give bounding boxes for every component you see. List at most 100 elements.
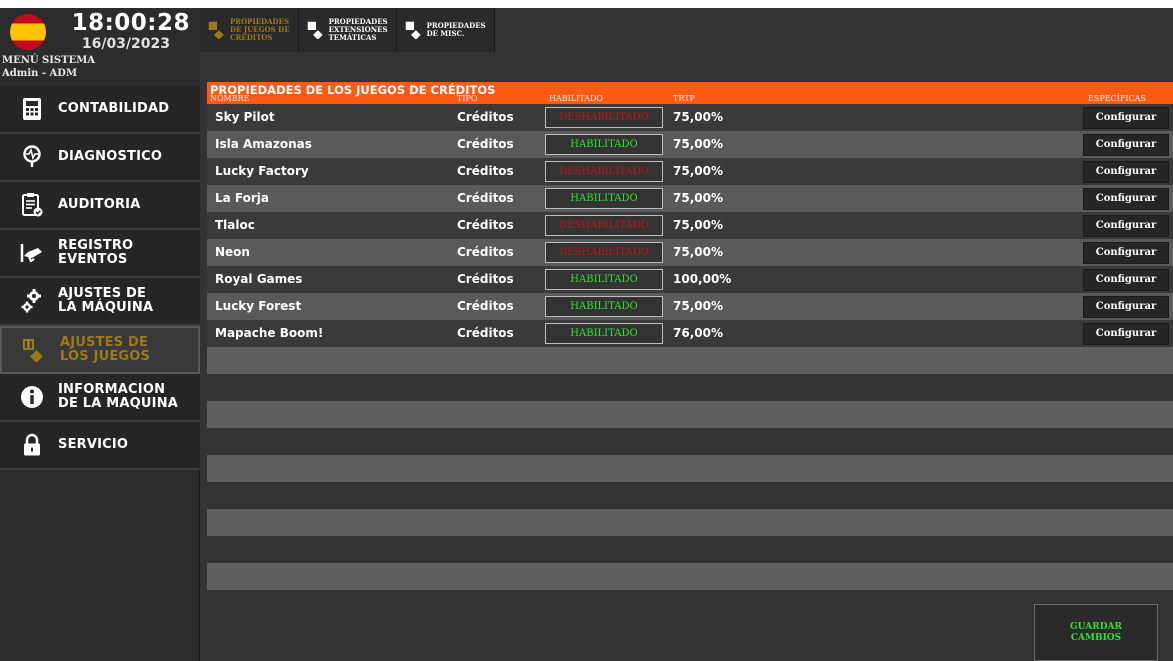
sidebar-item-informacion[interactable]: INFORMACION DE LA MAQUINA [0,374,200,422]
system-menu-title: MENÚ SISTEMA [2,55,96,66]
sidebar-item-label: REGISTRO EVENTOS [58,238,134,267]
game-name: Neon [215,245,250,259]
game-type: Créditos [457,245,514,259]
game-name: Mapache Boom! [215,326,324,340]
game-rtp: 75,00% [673,137,723,151]
enabled-toggle[interactable]: HABILITADO [545,296,663,317]
games-icon [307,21,323,39]
game-name: Royal Games [215,272,303,286]
empty-row [207,455,1173,482]
game-type: Créditos [457,164,514,178]
game-rtp: 75,00% [673,164,723,178]
save-changes-button[interactable]: GUARDAR CAMBIOS [1034,604,1158,661]
panel-header: PROPIEDADES DE LOS JUEGOS DE CRÉDITOS NO… [207,82,1173,104]
tab-creditos[interactable]: PROPIEDADES DE JUEGOS DE CRÉDITOS [200,8,299,52]
empty-row [207,428,1173,455]
configure-button[interactable]: Configurar [1083,188,1169,210]
column-header-type: TIPO [457,94,478,103]
game-name: Lucky Forest [215,299,302,313]
configure-button[interactable]: Configurar [1083,242,1169,264]
game-type: Créditos [457,110,514,124]
sidebar-item-ajustes-juegos[interactable]: AJUSTES DE LOS JUEGOS [0,326,200,374]
configure-button[interactable]: Configurar [1083,215,1169,237]
table-row: Lucky Factory Créditos DESHABILITADO 75,00%… [207,158,1173,185]
game-type: Créditos [457,299,514,313]
calculator-icon [14,91,50,127]
enabled-toggle[interactable]: HABILITADO [545,188,663,209]
game-rtp: 75,00% [673,299,723,313]
clock-date: 16/03/2023 [81,36,170,52]
enabled-toggle[interactable]: HABILITADO [545,134,663,155]
game-name: La Forja [215,191,270,205]
empty-row [207,374,1173,401]
enabled-toggle[interactable]: DESHABILITADO [545,107,663,128]
configure-button[interactable]: Configurar [1083,269,1169,291]
games-icon [405,21,421,39]
game-name: Sky Pilot [215,110,275,124]
game-name: Isla Amazonas [215,137,312,151]
games-table: Sky Pilot Créditos DESHABILITADO 75,00% Conf… [207,104,1173,590]
enabled-toggle[interactable]: HABILITADO [545,269,663,290]
sidebar-item-ajustes-maquina[interactable]: AJUSTES DE LA MÁQUINA [0,278,200,326]
sidebar-item-label: AJUSTES DE LA MÁQUINA [58,286,154,315]
sidebar-item-label: CONTABILIDAD [58,101,170,116]
current-user: Admin - ADM [2,68,78,79]
game-rtp: 75,00% [673,191,723,205]
table-row: Sky Pilot Créditos DESHABILITADO 75,00% Conf… [207,104,1173,131]
sidebar-item-label: SERVICIO [58,437,129,452]
empty-row [207,536,1173,563]
table-row: Isla Amazonas Créditos HABILITADO 75,00% Con… [207,131,1173,158]
column-header-rtp: TRTP [673,94,695,103]
column-header-enabled: HABILITADO [549,94,603,103]
sidebar-item-servicio[interactable]: SERVICIO [0,422,200,470]
table-row: La Forja Créditos HABILITADO 75,00% Configur… [207,185,1173,212]
game-rtp: 75,00% [673,110,723,124]
configure-button[interactable]: Configurar [1083,296,1169,318]
sidebar-item-label: AJUSTES DE LOS JUEGOS [60,335,151,364]
game-rtp: 75,00% [673,218,723,232]
game-name: Tlaloc [215,218,255,232]
sidebar-item-auditoria[interactable]: AUDITORIA [0,182,200,230]
empty-row [207,563,1173,590]
configure-button[interactable]: Configurar [1083,323,1169,345]
configure-button[interactable]: Configurar [1083,107,1169,129]
tab-extensiones[interactable]: PROPIEDADES EXTENSIONES TEMÁTICAS [298,8,397,52]
tab-bar: PROPIEDADES DE JUEGOS DE CRÉDITOS PROPIE… [200,8,495,52]
app-window: 18:00:28 16/03/2023 MENÚ SISTEMA Admin -… [0,8,1173,661]
clock-area: 18:00:28 16/03/2023 MENÚ SISTEMA Admin -… [0,8,200,86]
sidebar-menu: CONTABILIDAD DIAGNOSTICO AUDITORIA REGIS… [0,86,200,470]
game-rtp: 100,00% [673,272,732,286]
configure-button[interactable]: Configurar [1083,134,1169,156]
empty-row [207,482,1173,509]
sidebar-item-diagnostico[interactable]: DIAGNOSTICO [0,134,200,182]
table-row: Royal Games Créditos HABILITADO 100,00% Conf… [207,266,1173,293]
game-rtp: 75,00% [673,245,723,259]
enabled-toggle[interactable]: HABILITADO [545,323,663,344]
tab-label: PROPIEDADES DE MISC. [426,21,486,38]
table-row: Lucky Forest Créditos HABILITADO 75,00% Conf… [207,293,1173,320]
sidebar-item-registro-eventos[interactable]: REGISTRO EVENTOS [0,230,200,278]
game-type: Créditos [457,218,514,232]
game-type: Créditos [457,326,514,340]
empty-row [207,509,1173,536]
games-icon [208,21,224,39]
table-row: Neon Créditos DESHABILITADO 75,00% Configura… [207,239,1173,266]
column-header-name: NOMBRE [210,94,250,103]
lock-icon [14,427,50,463]
enabled-toggle[interactable]: DESHABILITADO [545,161,663,182]
panel-title: PROPIEDADES DE LOS JUEGOS DE CRÉDITOS [210,83,496,97]
empty-row [207,401,1173,428]
enabled-toggle[interactable]: DESHABILITADO [545,215,663,236]
column-header-specific: ESPECÍFICAS [1088,94,1146,103]
sidebar: 18:00:28 16/03/2023 MENÚ SISTEMA Admin -… [0,8,200,661]
game-type: Créditos [457,272,514,286]
sidebar-item-label: DIAGNOSTICO [58,149,163,164]
empty-row [207,347,1173,374]
clipboard-check-icon [14,187,50,223]
configure-button[interactable]: Configurar [1083,161,1169,183]
enabled-toggle[interactable]: DESHABILITADO [545,242,663,263]
sidebar-item-contabilidad[interactable]: CONTABILIDAD [0,86,200,134]
tab-label: PROPIEDADES DE JUEGOS DE CRÉDITOS [230,17,290,42]
tab-misc[interactable]: PROPIEDADES DE MISC. [396,8,495,52]
camera-icon [14,235,50,271]
